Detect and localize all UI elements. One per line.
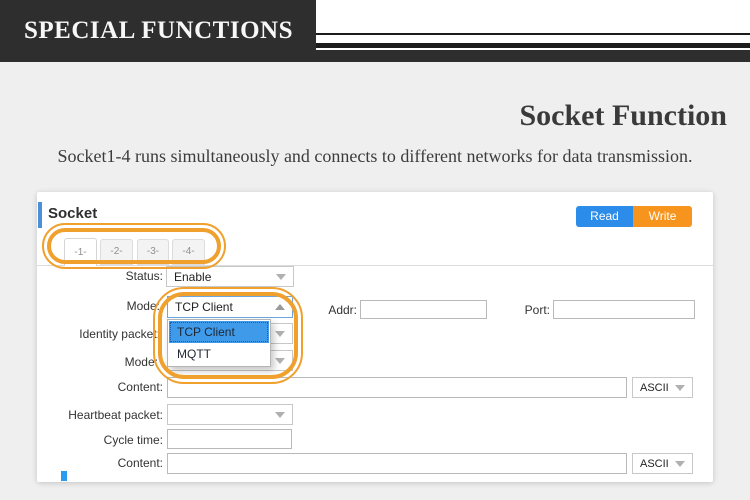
- read-button[interactable]: Read: [576, 206, 633, 227]
- blue-cursor-mark: [61, 471, 67, 481]
- chevron-up-icon: [275, 304, 285, 310]
- content2-encoding-dropdown[interactable]: ASCII: [632, 453, 693, 474]
- status-label: Status:: [43, 269, 163, 283]
- socket-panel: Socket Read Write -1- -2- -3- -4- Status…: [37, 192, 713, 482]
- special-functions-banner: SPECIAL FUNCTIONS: [0, 0, 316, 62]
- content2-input[interactable]: [167, 453, 627, 474]
- page-title: Socket Function: [519, 99, 727, 133]
- cycle-time-label: Cycle time:: [43, 433, 163, 447]
- chevron-down-icon: [675, 385, 685, 391]
- content1-encoding-value: ASCII: [640, 382, 669, 394]
- tab-socket-1[interactable]: -1-: [64, 238, 97, 266]
- port-label: Port:: [502, 303, 550, 317]
- status-dropdown[interactable]: Enable: [166, 266, 294, 287]
- heartbeat-packet-label: Heartbeat packet:: [43, 408, 163, 422]
- mode2-label: Mode:: [43, 355, 158, 369]
- tab-socket-3[interactable]: -3-: [137, 239, 169, 265]
- mode-label: Mode:: [43, 299, 160, 313]
- page: SPECIAL FUNCTIONS Socket Function Socket…: [0, 0, 750, 500]
- addr-input[interactable]: [360, 300, 487, 319]
- content2-label: Content:: [43, 456, 163, 470]
- identity-packet-label: Identity packet:: [43, 327, 160, 341]
- port-input[interactable]: [553, 300, 695, 319]
- content1-input[interactable]: [167, 377, 627, 398]
- decorative-stripe-thick: [316, 50, 750, 62]
- tab-socket-2[interactable]: -2-: [100, 239, 133, 265]
- decorative-stripe-medium: [316, 43, 750, 48]
- tab-socket-4[interactable]: -4-: [172, 239, 205, 265]
- page-subtitle: Socket1-4 runs simultaneously and connec…: [0, 146, 750, 167]
- title-accent-bar: [38, 202, 42, 228]
- content2-encoding-value: ASCII: [640, 458, 669, 470]
- cycle-time-input[interactable]: [167, 429, 292, 449]
- chevron-down-icon: [675, 461, 685, 467]
- content1-encoding-dropdown[interactable]: ASCII: [632, 377, 693, 398]
- chevron-down-icon: [275, 412, 285, 418]
- option-tcp-client[interactable]: TCP Client: [169, 321, 269, 343]
- chevron-down-icon: [275, 331, 285, 337]
- chevron-down-icon: [275, 358, 285, 364]
- banner-title: SPECIAL FUNCTIONS: [24, 17, 293, 45]
- mode-options-list: TCP Client MQTT: [167, 319, 271, 367]
- option-mqtt[interactable]: MQTT: [169, 343, 269, 365]
- content1-label: Content:: [43, 380, 163, 394]
- status-value: Enable: [174, 270, 211, 284]
- socket-panel-title: Socket: [48, 205, 97, 222]
- mode-value: TCP Client: [175, 300, 233, 314]
- mode-dropdown[interactable]: TCP Client: [167, 296, 293, 318]
- header-band: SPECIAL FUNCTIONS: [0, 0, 750, 62]
- addr-label: Addr:: [317, 303, 357, 317]
- decorative-stripe-thin: [316, 33, 750, 35]
- heartbeat-packet-dropdown[interactable]: [167, 404, 293, 425]
- tabbar-divider: [37, 265, 713, 266]
- chevron-down-icon: [276, 274, 286, 280]
- write-button[interactable]: Write: [633, 206, 692, 227]
